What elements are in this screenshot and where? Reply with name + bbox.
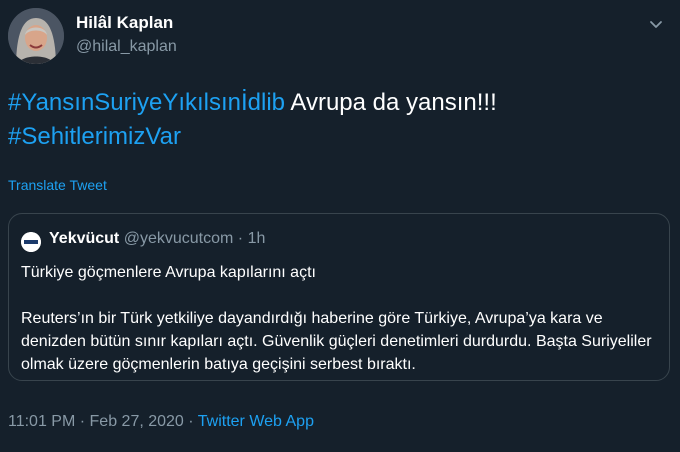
translate-tweet-link[interactable]: Translate Tweet xyxy=(8,177,107,193)
quote-header: Yekvücut @yekvucutcom · 1h xyxy=(49,230,265,248)
author-name[interactable]: Hilâl Kaplan xyxy=(76,12,177,34)
hashtag-link[interactable]: #SehitlerimizVar xyxy=(8,123,181,150)
separator: · xyxy=(79,413,86,430)
avatar[interactable] xyxy=(8,8,64,64)
author-block: Hilâl Kaplan @hilal_kaplan xyxy=(76,12,177,58)
quote-author-name[interactable]: Yekvücut xyxy=(49,230,119,247)
separator: · xyxy=(188,413,194,430)
tweet-card: Hilâl Kaplan @hilal_kaplan #YansınSuriye… xyxy=(0,0,680,452)
avatar-image xyxy=(8,8,64,64)
tweet-time[interactable]: 11:01 PM xyxy=(8,413,75,430)
tweet-text: #YansınSuriyeYıkılsınİdlib Avrupa da yan… xyxy=(8,86,668,154)
tweet-date[interactable]: Feb 27, 2020 xyxy=(90,413,184,430)
quote-avatar xyxy=(21,232,41,252)
tweet-footer: 11:01 PM · Feb 27, 2020 · Twitter Web Ap… xyxy=(8,413,314,431)
quote-headline: Türkiye göçmenlere Avrupa kapılarını açt… xyxy=(21,264,316,281)
chevron-down-icon[interactable] xyxy=(646,14,666,34)
author-handle[interactable]: @hilal_kaplan xyxy=(76,36,177,58)
hashtag-link[interactable]: #YansınSuriyeYıkılsınİdlib xyxy=(8,89,285,116)
tweet-source-link[interactable]: Twitter Web App xyxy=(198,413,314,430)
tweet-body-text: Avrupa da yansın!!! xyxy=(285,89,497,116)
yekvucut-logo-icon xyxy=(21,232,41,252)
quote-time[interactable]: 1h xyxy=(248,230,266,247)
separator: · xyxy=(237,230,244,247)
quote-author-handle[interactable]: @yekvucutcom xyxy=(124,230,234,247)
quote-body: Türkiye göçmenlere Avrupa kapılarını açt… xyxy=(21,261,661,376)
quoted-tweet[interactable]: Yekvücut @yekvucutcom · 1h Türkiye göçme… xyxy=(8,213,670,381)
quote-text: Reuters’ın bir Türk yetkiliye dayandırdı… xyxy=(21,310,652,373)
